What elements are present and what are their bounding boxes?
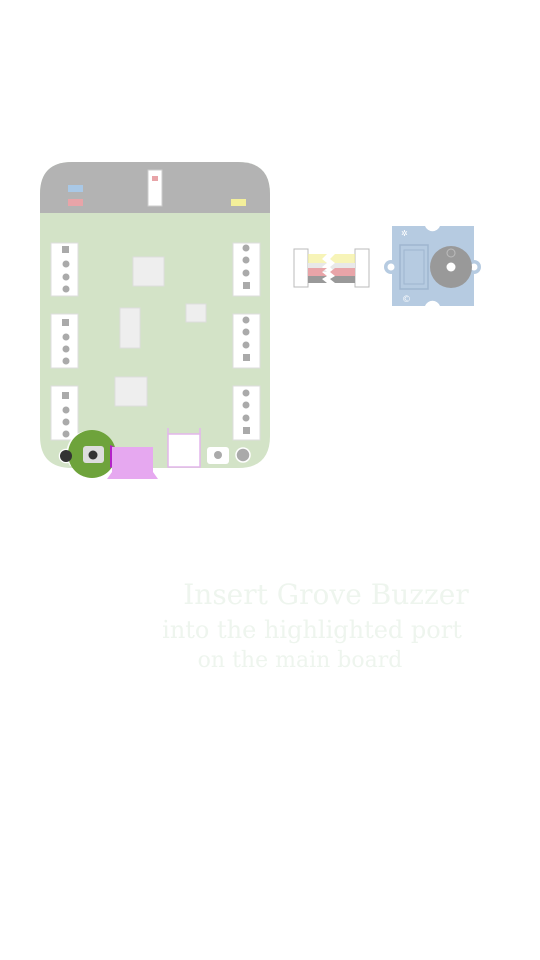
connector-right-1[interactable]	[232, 242, 261, 297]
setup-illustration: ✲ ©	[40, 162, 481, 479]
main-board	[40, 162, 270, 479]
copyright-icon: ©	[402, 295, 411, 305]
connector-right-2[interactable]	[232, 313, 261, 369]
chip	[114, 376, 148, 407]
highlight-plug	[107, 447, 158, 479]
mount-hole	[235, 447, 251, 463]
chip	[119, 307, 141, 349]
connector-left-3[interactable]	[50, 385, 79, 441]
connector-left-1[interactable]	[50, 242, 79, 297]
grove-cable	[293, 248, 370, 288]
yellow-led	[231, 199, 246, 206]
connector-left-2[interactable]	[50, 313, 79, 369]
instruction-line-3: on the main board	[197, 648, 403, 673]
chip	[185, 303, 207, 323]
usb-port	[167, 433, 201, 468]
top-switch	[147, 169, 163, 207]
instruction-line-1: Insert Grove Buzzer	[183, 578, 469, 611]
blue-led	[68, 185, 83, 192]
connector-right-3[interactable]	[232, 385, 261, 441]
instruction-line-2: into the highlighted port	[162, 616, 462, 644]
buzzer-module: ✲ ©	[384, 226, 481, 306]
chip	[132, 256, 165, 287]
grove-logo-icon: ✲	[401, 229, 408, 238]
red-led	[68, 199, 83, 206]
